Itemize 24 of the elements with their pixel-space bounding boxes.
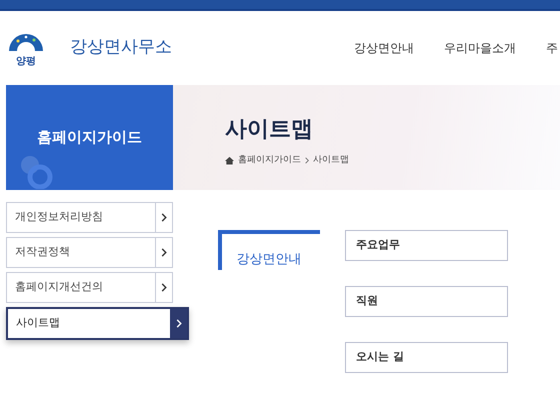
sidebar-title: 홈페이지가이드 — [37, 127, 142, 148]
breadcrumb-link[interactable]: 홈페이지가이드 — [238, 154, 301, 168]
nav-link[interactable]: 주 — [546, 39, 558, 57]
site-title[interactable]: 강상면사무소 — [70, 35, 172, 61]
sidebar-menu-item[interactable]: 사이트맵 — [6, 307, 189, 340]
chevron-right-icon — [176, 319, 182, 328]
breadcrumb-link[interactable]: 사이트맵 — [313, 154, 349, 168]
section-title[interactable]: 강상면안내 — [218, 234, 320, 270]
home-icon[interactable] — [225, 156, 234, 166]
chevron-right-icon — [305, 157, 309, 164]
circles-decoration — [20, 155, 54, 189]
sitemap-link[interactable]: 오시는 길 — [345, 342, 508, 373]
sidebar-menu-item[interactable]: 개인정보처리방침 — [6, 202, 173, 233]
page-title: 사이트맵 — [225, 116, 314, 144]
sidebar-menu-item[interactable]: 홈페이지개선건의 — [6, 272, 173, 303]
nav-link[interactable]: 강상면안내 — [354, 39, 414, 57]
chevron-right-icon — [161, 248, 167, 257]
sitemap-link[interactable]: 주요업무 — [345, 230, 508, 261]
sitemap-link[interactable]: 직원 — [345, 286, 508, 317]
chevron-right-icon — [161, 283, 167, 292]
logo-text: 양평 — [16, 57, 36, 67]
sidebar-menu-item[interactable]: 저작권정책 — [6, 237, 173, 268]
nav-link[interactable]: 우리마을소개 — [444, 39, 516, 57]
chevron-right-icon — [161, 213, 167, 222]
